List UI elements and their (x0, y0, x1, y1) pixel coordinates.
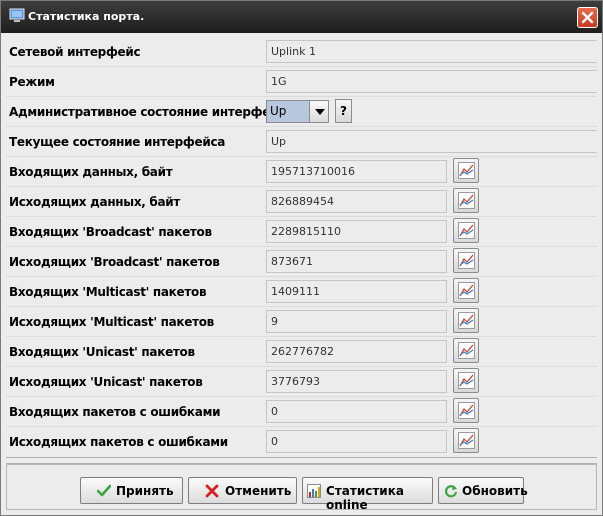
chart-button[interactable] (453, 338, 479, 363)
row-label: Административное состояние интерфейса (9, 105, 293, 119)
button-bar: Принять Отменить Статистика online Обнов… (6, 464, 597, 512)
chart-icon (458, 342, 475, 359)
chart-button[interactable] (453, 368, 479, 393)
row-label: Режим (9, 75, 55, 89)
admin-state-value[interactable]: Up (267, 101, 309, 122)
row-label: Входящих данных, байт (9, 165, 173, 179)
chart-button[interactable] (453, 398, 479, 423)
current-state-field[interactable]: Up (266, 130, 597, 153)
chart-icon (458, 282, 475, 299)
network-interface-field[interactable]: Uplink 1 (266, 40, 597, 63)
row-in-broadcast: Входящих 'Broadcast' пакетов 2289815110 (6, 217, 597, 247)
mode-field[interactable]: 1G (266, 70, 597, 93)
window-title: Статистика порта. (28, 10, 145, 23)
chart-icon (458, 372, 475, 389)
admin-state-select[interactable]: Up (266, 100, 329, 123)
row-label: Исходящих 'Broadcast' пакетов (9, 255, 220, 269)
chart-button[interactable] (453, 308, 479, 333)
chart-button[interactable] (453, 158, 479, 183)
in-broadcast-field[interactable]: 2289815110 (266, 220, 447, 243)
row-label: Исходящих пакетов с ошибками (9, 435, 228, 449)
chart-icon (458, 162, 475, 179)
row-label: Исходящих 'Multicast' пакетов (9, 315, 214, 329)
out-multicast-field[interactable]: 9 (266, 310, 447, 333)
row-current-state: Текущее состояние интерфейса Up (6, 127, 597, 157)
chevron-down-icon[interactable] (309, 101, 328, 122)
row-out-bytes: Исходящих данных, байт 826889454 (6, 187, 597, 217)
out-unicast-field[interactable]: 3776793 (266, 370, 447, 393)
refresh-button[interactable]: Обновить (438, 477, 528, 504)
row-admin-state: Административное состояние интерфейса Up… (6, 97, 597, 127)
in-unicast-field[interactable]: 262776782 (266, 340, 447, 363)
chart-icon (458, 402, 475, 419)
row-label: Входящих 'Unicast' пакетов (9, 345, 195, 359)
statistics-online-label: Статистика online (326, 484, 404, 512)
monitor-icon (9, 8, 25, 22)
row-label: Исходящих данных, байт (9, 195, 181, 209)
accept-label: Принять (116, 484, 174, 498)
statistics-online-button[interactable]: Статистика online (302, 477, 433, 512)
row-out-broadcast: Исходящих 'Broadcast' пакетов 873671 (6, 247, 597, 277)
chart-button[interactable] (453, 428, 479, 453)
row-label: Входящих 'Broadcast' пакетов (9, 225, 212, 239)
out-errors-field[interactable]: 0 (266, 430, 447, 453)
row-in-unicast: Входящих 'Unicast' пакетов 262776782 (6, 337, 597, 367)
out-bytes-field[interactable]: 826889454 (266, 190, 447, 213)
chart-button[interactable] (453, 248, 479, 273)
checkmark-icon (97, 484, 111, 497)
cross-icon (205, 484, 219, 498)
chart-button[interactable] (453, 188, 479, 213)
footer-divider (6, 457, 597, 458)
close-button[interactable] (577, 7, 598, 28)
row-label: Входящих 'Multicast' пакетов (9, 285, 207, 299)
cancel-label: Отменить (225, 484, 292, 498)
row-label: Исходящих 'Unicast' пакетов (9, 375, 203, 389)
port-statistics-dialog: Статистика порта. Сетевой интерфейс Upli… (0, 0, 603, 516)
refresh-label: Обновить (462, 484, 528, 498)
accept-button[interactable]: Принять (80, 477, 183, 504)
in-multicast-field[interactable]: 1409111 (266, 280, 447, 303)
help-button[interactable]: ? (335, 99, 352, 123)
row-out-unicast: Исходящих 'Unicast' пакетов 3776793 (6, 367, 597, 397)
row-in-bytes: Входящих данных, байт 195713710016 (6, 157, 597, 187)
bar-chart-icon (307, 484, 321, 498)
chart-button[interactable] (453, 278, 479, 303)
row-network-interface: Сетевой интерфейс Uplink 1 (6, 37, 597, 67)
cancel-button[interactable]: Отменить (188, 477, 297, 504)
chart-icon (458, 222, 475, 239)
chart-button[interactable] (453, 218, 479, 243)
row-out-multicast: Исходящих 'Multicast' пакетов 9 (6, 307, 597, 337)
chart-icon (458, 312, 475, 329)
row-in-errors: Входящих пакетов с ошибками 0 (6, 397, 597, 427)
chart-icon (458, 432, 475, 449)
close-icon (581, 11, 594, 24)
row-label: Текущее состояние интерфейса (9, 135, 226, 149)
in-bytes-field[interactable]: 195713710016 (266, 160, 447, 183)
refresh-icon (445, 485, 458, 498)
row-label: Входящих пакетов с ошибками (9, 405, 221, 419)
row-mode: Режим 1G (6, 67, 597, 97)
title-bar: Статистика порта. (1, 1, 602, 33)
row-out-errors: Исходящих пакетов с ошибками 0 (6, 427, 597, 457)
out-broadcast-field[interactable]: 873671 (266, 250, 447, 273)
in-errors-field[interactable]: 0 (266, 400, 447, 423)
row-in-multicast: Входящих 'Multicast' пакетов 1409111 (6, 277, 597, 307)
row-label: Сетевой интерфейс (9, 45, 141, 59)
chart-icon (458, 252, 475, 269)
chart-icon (458, 192, 475, 209)
